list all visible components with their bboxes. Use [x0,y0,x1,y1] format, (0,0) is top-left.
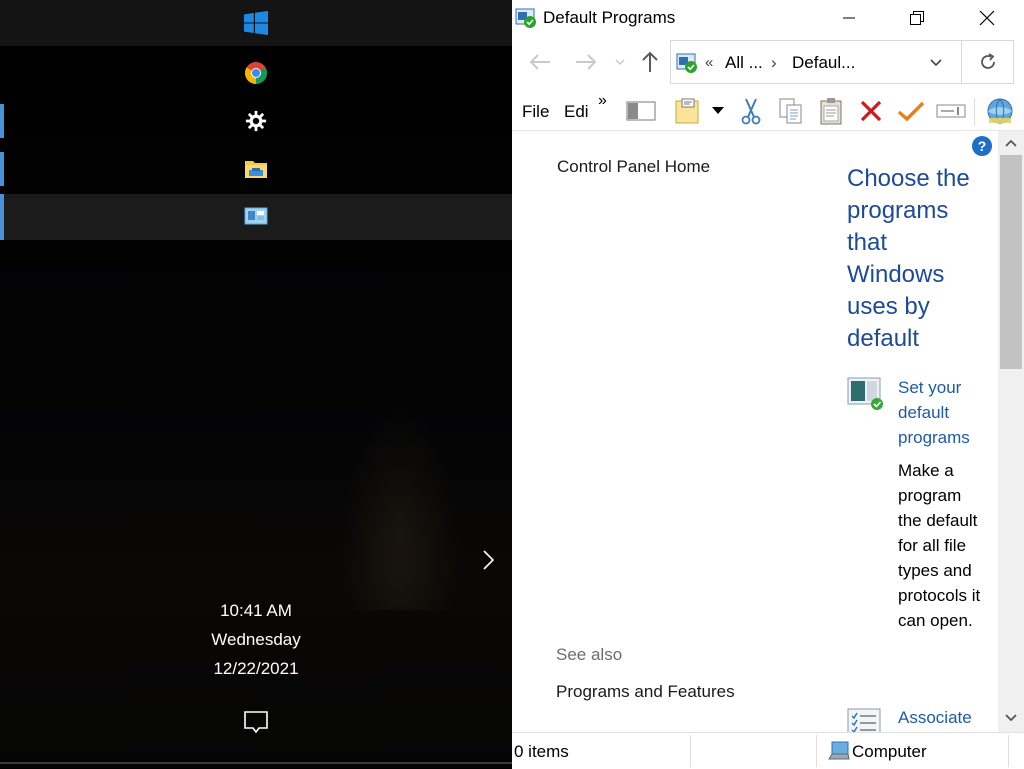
minimize-icon [843,17,855,19]
breadcrumb-separator[interactable]: › [771,53,777,73]
active-indicator [0,194,4,240]
cut-button[interactable] [736,96,766,126]
properties-button[interactable] [670,96,704,126]
minimize-button[interactable] [826,0,872,36]
status-item-count: 0 items [514,742,569,761]
back-arrow-icon[interactable] [528,52,552,72]
close-button[interactable] [964,0,1010,36]
svg-text:?: ? [978,138,987,154]
taskbar-item-control-panel[interactable] [0,194,512,240]
scissors-icon [741,98,761,125]
breadcrumb-default-programs[interactable]: Defaul... [792,53,855,73]
status-divider [816,735,817,767]
taskbar-item-settings[interactable] [0,98,512,144]
associate-link[interactable]: Associate [898,705,988,730]
clock-date: 12/22/2021 [213,659,299,678]
status-divider [1008,735,1009,767]
clipboard-icon [820,98,842,125]
taskbar-item-file-explorer[interactable] [0,146,512,192]
programs-and-features-link[interactable]: Programs and Features [556,682,735,702]
start-panel: 10:41 AM Wednesday 12/22/2021 [0,0,512,768]
associate-file-types-icon[interactable] [847,708,883,732]
chrome-icon [245,62,267,84]
address-bar[interactable]: « All ... › Defaul... [670,40,962,84]
start-button[interactable] [0,0,512,46]
clock-day: Wednesday [211,630,301,649]
default-programs-icon [515,8,536,28]
menu-toolbar: File Edi » [512,90,1024,131]
status-bar: 0 items Computer [512,732,1024,769]
chevron-right-icon[interactable] [478,548,498,572]
checkmark-icon [897,101,925,122]
control-panel-icon [244,207,268,225]
recent-locations-chevron-icon[interactable] [614,58,626,66]
rename-button[interactable] [936,96,966,126]
breadcrumb-overflow[interactable]: « [705,54,713,71]
title-bar[interactable]: Default Programs [512,0,1024,36]
address-dropdown-icon[interactable] [929,58,943,68]
internet-explorer-button[interactable] [984,96,1016,126]
navigation-bar: « All ... › Defaul... [512,36,1024,88]
set-default-programs-link[interactable]: Set your default programs [898,375,988,450]
pane-layout-icon [626,101,656,121]
set-default-programs-icon[interactable] [847,376,885,412]
status-computer: Computer [852,742,927,761]
breadcrumb-all-control-panel[interactable]: All ... [725,53,763,73]
menu-overflow[interactable]: » [598,92,607,110]
refresh-button[interactable] [962,40,1014,84]
properties-dropdown[interactable] [708,96,728,126]
delete-x-icon [860,100,882,122]
copy-button[interactable] [776,96,806,126]
taskbar-item-chrome[interactable] [0,50,512,96]
set-default-programs-description: Make a program the default for all file … [898,461,981,630]
preview-pane-button[interactable] [624,96,658,126]
scroll-down-icon[interactable] [1004,713,1018,723]
menu-file[interactable]: File [522,102,549,122]
status-divider [690,735,691,767]
delete-button[interactable] [856,96,886,126]
see-also-label: See also [556,645,623,664]
settings-gear-icon [245,110,267,132]
paste-button[interactable] [816,96,846,126]
help-icon[interactable]: ? [971,135,993,157]
copy-icon [779,98,802,124]
windows-start-icon [244,11,268,35]
refresh-icon [980,53,995,69]
file-explorer-icon [245,161,267,178]
restore-icon [910,11,924,25]
background-tree [340,410,460,610]
folder-options-icon [675,98,699,124]
running-indicator [0,104,4,138]
toolbar-divider [974,98,975,126]
vertical-scrollbar[interactable] [998,131,1024,732]
computer-icon [828,741,850,760]
rename-icon [936,104,966,118]
page-heading: Choose the programs that Windows uses by… [847,165,970,352]
restore-button[interactable] [894,0,940,36]
action-center-icon[interactable] [243,710,269,736]
globe-icon [987,98,1013,124]
menu-edit[interactable]: Edi [564,102,589,122]
clock-time[interactable]: 10:41 AM [0,601,512,621]
scrollbar-thumb[interactable] [1000,155,1022,369]
control-panel-home-link[interactable]: Control Panel Home [557,157,710,177]
default-programs-window: Default Programs « All ... › Defaul... F… [512,0,1024,769]
window-title: Default Programs [543,8,676,27]
content-area: ? Control Panel Home See also Programs a… [512,131,998,732]
checkmark-button[interactable] [896,96,926,126]
close-icon [979,10,995,26]
scroll-up-icon[interactable] [1004,138,1018,148]
running-indicator [0,152,4,186]
control-panel-address-icon [676,53,697,73]
divider [0,762,512,764]
dropdown-arrow-icon [712,107,724,114]
forward-arrow-icon[interactable] [574,52,598,72]
up-arrow-icon[interactable] [640,50,660,74]
